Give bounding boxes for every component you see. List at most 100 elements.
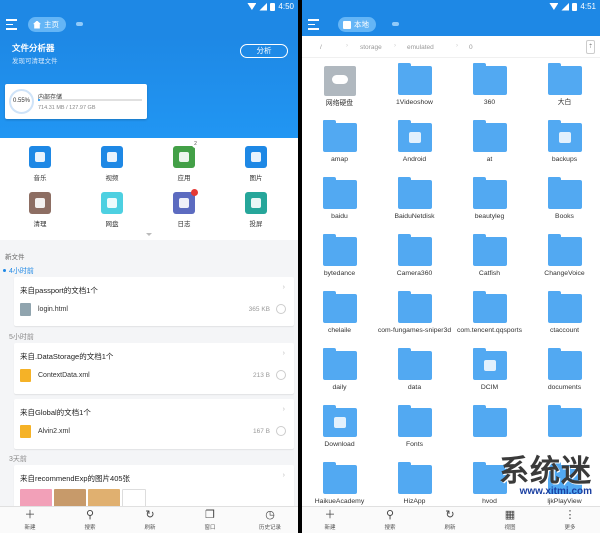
category-3[interactable]: 图片 xyxy=(228,146,284,182)
folder-item[interactable]: Camera360 xyxy=(377,234,452,278)
folder-item[interactable]: Books xyxy=(527,177,600,221)
nav-3[interactable]: ❐ 窗口 xyxy=(190,510,230,532)
recent-card[interactable]: 来自.DataStorage的文档1个 › ContextData.xml 21… xyxy=(14,343,294,394)
folder-item[interactable]: backups xyxy=(527,120,600,164)
recent-card[interactable]: 来自recommendExp的图片405张 › xyxy=(14,465,294,511)
recent-card[interactable]: 来自Global的文档1个 › Alvin2.xml 167 B xyxy=(14,399,294,449)
select-checkbox[interactable] xyxy=(276,304,286,314)
folder-icon xyxy=(397,348,432,380)
folder-item[interactable]: amap xyxy=(302,120,377,164)
nav-0[interactable]: ＋ 新建 xyxy=(310,510,350,532)
time-label: 3天前 xyxy=(9,456,27,463)
wifi-icon xyxy=(247,3,257,10)
chevron-right-icon: › xyxy=(282,350,285,357)
tab-home[interactable]: 主页 xyxy=(28,17,66,32)
menu-icon[interactable] xyxy=(308,19,319,30)
item-label: 大白 xyxy=(557,99,572,106)
folder-item[interactable]: com.tencent.qqsports xyxy=(452,291,527,335)
category-grid: 音乐 视频 2 应用 图片清理 网盘 日志 投屏 xyxy=(0,138,298,240)
status-time: 4:50 xyxy=(278,2,294,11)
cloud-icon[interactable] xyxy=(76,22,83,26)
folder-item[interactable]: daily xyxy=(302,348,377,392)
category-4[interactable]: 清理 xyxy=(12,192,68,228)
scroll-up-icon[interactable]: ⇡ xyxy=(586,40,595,54)
folder-item[interactable]: chelaile xyxy=(302,291,377,335)
category-5[interactable]: 网盘 xyxy=(84,192,140,228)
toolbar: 本地 xyxy=(302,14,600,36)
nav-label: 窗口 xyxy=(204,525,216,531)
file-size: 167 B xyxy=(253,428,270,435)
breadcrumb-emulated[interactable]: emulated xyxy=(407,44,434,51)
network-drive-item[interactable]: 网络硬盘 xyxy=(302,66,377,108)
analyzer-title: 文件分析器 xyxy=(12,43,55,53)
folder-item[interactable]: bytedance xyxy=(302,234,377,278)
nav-1[interactable]: ⚲ 搜索 xyxy=(70,510,110,532)
category-2[interactable]: 2 应用 xyxy=(156,141,212,182)
android-icon: 2 xyxy=(173,141,199,168)
folder-item[interactable]: ChangeVoice xyxy=(527,234,600,278)
nav-2[interactable]: ↻ 刷新 xyxy=(130,510,170,532)
breadcrumb-separator: › xyxy=(456,43,458,49)
folder-item[interactable]: data xyxy=(377,348,452,392)
category-1[interactable]: 视频 xyxy=(84,146,140,182)
select-checkbox[interactable] xyxy=(276,426,286,436)
nav-4[interactable] xyxy=(510,510,550,523)
folder-item[interactable]: Catfish xyxy=(452,234,527,278)
folder-item[interactable]: ctaccount xyxy=(527,291,600,335)
tab-label: 主页 xyxy=(44,20,59,29)
folder-item[interactable] xyxy=(527,405,600,441)
folder-item[interactable]: 1Videoshow xyxy=(377,63,452,107)
file-row[interactable]: login.html 365 KB xyxy=(20,303,288,317)
analyze-button[interactable]: 分析 xyxy=(240,44,288,58)
plus-icon: ＋ xyxy=(24,509,36,521)
nav-2[interactable]: ↻ 刷新 xyxy=(430,510,470,532)
folder-item[interactable]: at xyxy=(452,120,527,164)
file-row[interactable]: Alvin2.xml 167 B xyxy=(20,425,288,439)
folder-item[interactable]: HaikueAcademy xyxy=(302,462,377,506)
category-7[interactable]: 投屏 xyxy=(228,192,284,228)
nav-4[interactable]: ◷ 历史记录 xyxy=(250,510,290,532)
folder-item[interactable]: com-fungames-sniper3d xyxy=(377,291,452,335)
folder-icon xyxy=(547,348,582,380)
nav-1[interactable]: ⚲ 搜索 xyxy=(370,510,410,532)
item-label: HaikueAcademy xyxy=(314,498,365,505)
category-6[interactable]: 日志 xyxy=(156,189,212,228)
folder-item[interactable]: DCIM xyxy=(452,348,527,392)
recent-card[interactable]: 来自passport的文档1个 › login.html 365 KB xyxy=(14,277,294,326)
file-size: 365 KB xyxy=(248,306,270,313)
menu-icon[interactable] xyxy=(6,19,17,30)
chevron-down-icon[interactable] xyxy=(146,233,152,236)
nav-5[interactable]: ⋮ 更多 xyxy=(550,510,590,532)
tab-local[interactable]: 本地 xyxy=(338,17,376,32)
breadcrumb-0[interactable]: 0 xyxy=(469,44,473,51)
folder-item[interactable]: documents xyxy=(527,348,600,392)
item-label: Catfish xyxy=(478,270,501,277)
category-0[interactable]: 音乐 xyxy=(12,146,68,182)
folder-item[interactable]: Android xyxy=(377,120,452,164)
folder-item[interactable]: Fonts xyxy=(377,405,452,449)
breadcrumb-root[interactable]: / xyxy=(320,44,322,51)
file-row[interactable]: ContextData.xml 213 B xyxy=(20,369,288,383)
folder-icon xyxy=(397,462,432,494)
folder-item[interactable]: 大白 xyxy=(527,63,600,107)
folder-item[interactable]: baidu xyxy=(302,177,377,221)
folder-item[interactable]: BaiduNetdisk xyxy=(377,177,452,221)
folder-item[interactable]: HizApp xyxy=(377,462,452,506)
nav-label: 视图 xyxy=(504,525,516,531)
nav-label: 新建 xyxy=(324,525,336,531)
nav-0[interactable]: ＋ 新建 xyxy=(10,509,50,532)
folder-item[interactable]: beautyleg xyxy=(452,177,527,221)
folder-icon xyxy=(322,177,357,209)
file-name: login.html xyxy=(38,306,68,313)
folder-item[interactable]: Download xyxy=(302,405,377,449)
category-label: 投屏 xyxy=(249,221,263,228)
item-label: ctaccount xyxy=(549,327,580,334)
breadcrumb-storage[interactable]: storage xyxy=(360,44,382,51)
internal-storage-card[interactable]: 0.55% 内部存储 714.31 MB / 127.97 GB xyxy=(5,84,147,119)
notification-dot xyxy=(191,189,198,196)
chevron-right-icon: › xyxy=(282,406,285,413)
folder-item[interactable] xyxy=(452,405,527,441)
folder-item[interactable]: 360 xyxy=(452,63,527,107)
cloud-icon[interactable] xyxy=(392,22,399,26)
select-checkbox[interactable] xyxy=(276,370,286,380)
